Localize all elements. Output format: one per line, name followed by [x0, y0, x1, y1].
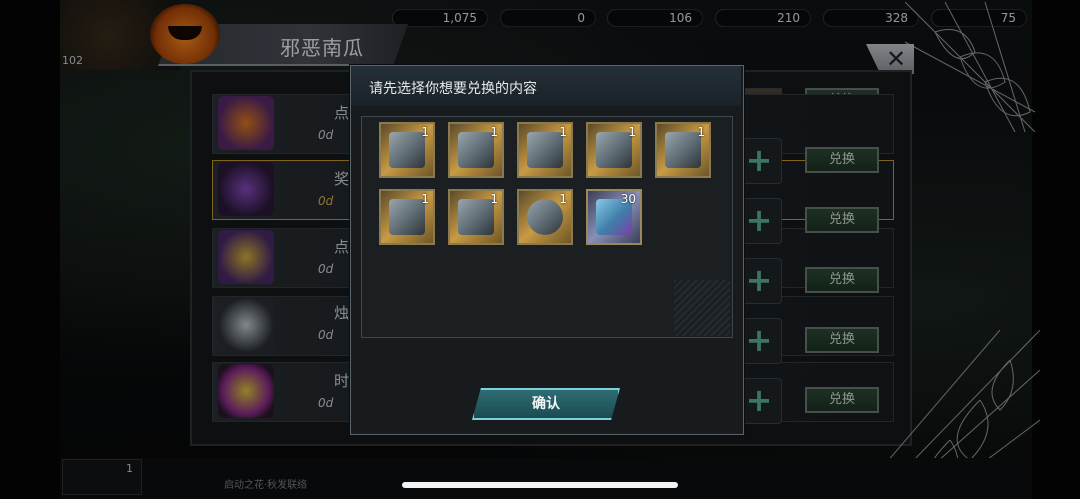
grid-pattern [674, 280, 730, 336]
item-quantity: 1 [421, 192, 429, 206]
item-slot[interactable]: 30 [586, 189, 642, 245]
item-quantity: 1 [697, 125, 705, 139]
armor-piece-icon [458, 132, 494, 168]
item-quantity: 30 [620, 192, 636, 206]
item-quantity: 1 [628, 125, 636, 139]
item-slot[interactable]: 1 [655, 122, 711, 178]
item-quantity: 1 [490, 125, 498, 139]
armor-piece-icon [596, 132, 632, 168]
armor-piece-icon [665, 132, 701, 168]
item-slot[interactable]: 1 [448, 189, 504, 245]
armor-piece-icon [389, 199, 425, 235]
armor-piece-icon [458, 199, 494, 235]
dialog-title: 请先选择你想要兑换的内容 [369, 81, 537, 97]
item-slot[interactable]: 1 [586, 122, 642, 178]
item-slot[interactable]: 1 [448, 122, 504, 178]
confirm-button[interactable]: 确认 [472, 388, 620, 420]
item-quantity: 1 [421, 125, 429, 139]
item-slot[interactable]: 1 [379, 189, 435, 245]
home-indicator[interactable] [402, 482, 678, 488]
item-slot[interactable]: 1 [517, 189, 573, 245]
item-slot[interactable]: 1 [517, 122, 573, 178]
armor-piece-icon [389, 132, 425, 168]
item-quantity: 1 [559, 192, 567, 206]
item-quantity: 1 [490, 192, 498, 206]
ring-part-icon [527, 199, 563, 235]
armor-piece-icon [527, 132, 563, 168]
item-quantity: 1 [559, 125, 567, 139]
item-slot[interactable]: 1 [379, 122, 435, 178]
